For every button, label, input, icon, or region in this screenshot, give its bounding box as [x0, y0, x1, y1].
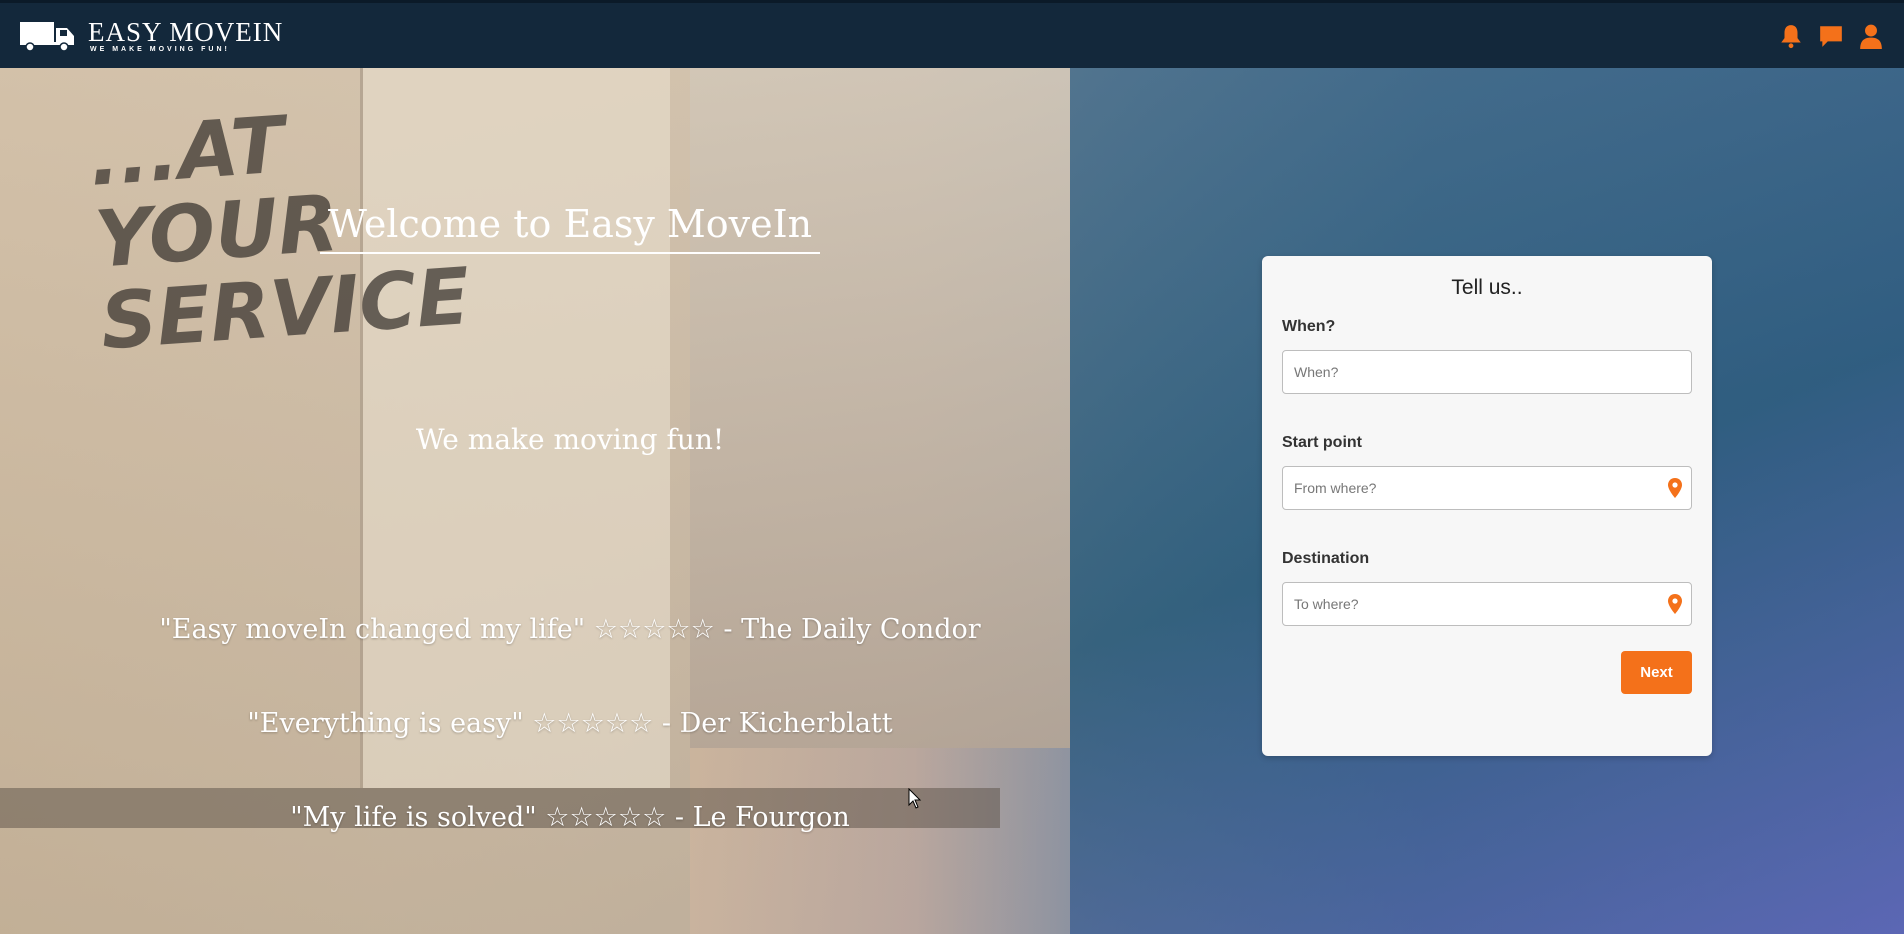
nav-icons [1778, 23, 1884, 49]
next-button[interactable]: Next [1621, 651, 1692, 694]
destination-label: Destination [1282, 550, 1370, 567]
start-point-label: Start point [1282, 434, 1362, 451]
map-pin-icon[interactable] [1668, 478, 1682, 498]
bell-icon[interactable] [1778, 23, 1804, 49]
form-title: Tell us.. [1451, 276, 1523, 299]
mouse-cursor-icon [908, 788, 922, 809]
welcome-heading: Welcome to Easy MoveIn [320, 202, 820, 254]
testimonial-quote: "Everything is easy" ☆☆☆☆☆ - Der Kicherb… [247, 708, 893, 739]
brand-logo[interactable]: EASY MOVEIN WE MAKE MOVING FUN! [20, 18, 283, 53]
title-underline [320, 252, 820, 254]
user-icon[interactable] [1858, 23, 1884, 49]
testimonial-quote: "Easy moveIn changed my life" ☆☆☆☆☆ - Th… [159, 614, 981, 645]
destination-input[interactable] [1282, 582, 1692, 626]
testimonial-quote: "My life is solved" ☆☆☆☆☆ - Le Fourgon [290, 802, 850, 833]
map-pin-icon[interactable] [1668, 594, 1682, 614]
chat-icon[interactable] [1818, 23, 1844, 49]
move-request-form: Tell us.. When? Start point Destination … [1262, 256, 1712, 756]
truck-icon [20, 21, 74, 52]
hero-subtitle: We make moving fun! [415, 423, 725, 456]
start-point-input[interactable] [1282, 466, 1692, 510]
when-input[interactable] [1282, 350, 1692, 394]
brand-name: EASY MOVEIN [88, 17, 284, 47]
brand-tagline: WE MAKE MOVING FUN! [90, 46, 230, 53]
when-label: When? [1282, 318, 1336, 335]
top-navbar: EASY MOVEIN WE MAKE MOVING FUN! [0, 0, 1904, 68]
page-title: Welcome to Easy MoveIn [327, 202, 813, 246]
